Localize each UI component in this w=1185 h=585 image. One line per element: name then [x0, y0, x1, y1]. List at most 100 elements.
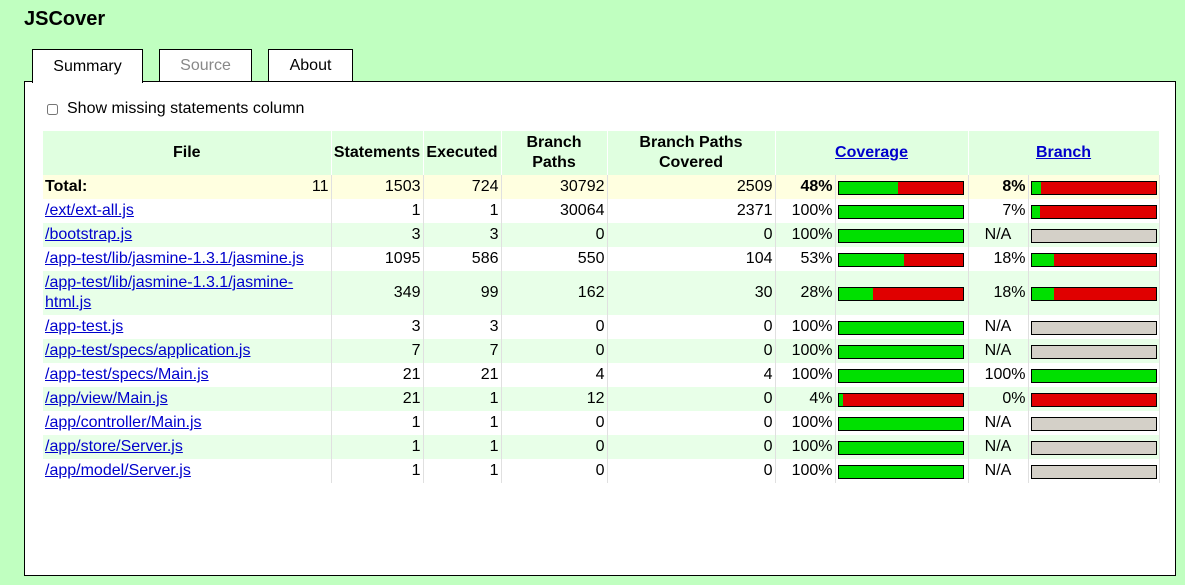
coverage-percent: 100% — [775, 315, 836, 339]
file-link[interactable]: /bootstrap.js — [45, 226, 132, 243]
table-row: /app/store/Server.js 1 1 0 0 100% N/A — [43, 435, 1160, 459]
branch-percent: N/A — [968, 411, 1029, 435]
branch-percent: 18% — [968, 247, 1029, 271]
branch-paths-cell: 30064 — [501, 199, 608, 223]
branch-percent: 7% — [968, 199, 1029, 223]
total-coverage-bar-fill — [838, 182, 899, 194]
branch-paths-covered-cell: 0 — [607, 411, 776, 435]
header-branch-paths[interactable]: Branch Paths — [501, 131, 608, 175]
statements-cell: 1095 — [331, 247, 424, 271]
branch-paths-cell: 12 — [501, 387, 608, 411]
coverage-bar — [837, 417, 964, 431]
coverage-bar-cell — [835, 363, 969, 387]
coverage-bar — [837, 345, 964, 359]
file-link[interactable]: /app/view/Main.js — [45, 390, 168, 407]
branch-percent: 18% — [968, 271, 1029, 315]
header-executed[interactable]: Executed — [423, 131, 502, 175]
coverage-summary-table: File Statements Executed Branch Paths Br… — [43, 131, 1160, 483]
file-cell: /app-test/specs/Main.js — [43, 363, 332, 387]
branch-paths-cell: 4 — [501, 363, 608, 387]
coverage-bar — [837, 287, 964, 301]
file-link[interactable]: /app-test/lib/jasmine-1.3.1/jasmine-html… — [45, 274, 293, 311]
file-link[interactable]: /app-test/lib/jasmine-1.3.1/jasmine.js — [45, 250, 304, 267]
executed-cell: 1 — [423, 459, 502, 483]
file-link[interactable]: /app/controller/Main.js — [45, 414, 202, 431]
executed-cell: 1 — [423, 411, 502, 435]
file-link[interactable]: /ext/ext-all.js — [45, 202, 134, 219]
header-file[interactable]: File — [43, 131, 332, 175]
coverage-bar — [837, 253, 964, 267]
show-missing-statements-checkbox[interactable] — [47, 103, 58, 115]
branch-paths-cell: 0 — [501, 315, 608, 339]
branch-bar-cell — [1028, 363, 1160, 387]
file-cell: /app/store/Server.js — [43, 435, 332, 459]
coverage-bar — [837, 229, 964, 243]
file-link[interactable]: /app-test/specs/application.js — [45, 342, 250, 359]
statements-cell: 7 — [331, 339, 424, 363]
total-statements: 1503 — [331, 175, 424, 199]
branch-bar-cell — [1028, 247, 1160, 271]
coverage-sort-link[interactable]: Coverage — [835, 144, 908, 161]
branch-bar — [1030, 393, 1157, 407]
coverage-percent: 100% — [775, 223, 836, 247]
executed-cell: 1 — [423, 387, 502, 411]
tab-source[interactable]: Source — [159, 49, 252, 82]
branch-bar — [1030, 369, 1157, 383]
executed-cell: 1 — [423, 199, 502, 223]
branch-bar — [1030, 441, 1157, 455]
coverage-bar-cell — [835, 459, 969, 483]
file-link[interactable]: /app-test.js — [45, 318, 123, 335]
branch-bar-cell — [1028, 199, 1160, 223]
table-row: /app/controller/Main.js 1 1 0 0 100% N/A — [43, 411, 1160, 435]
coverage-bar-fill — [838, 206, 963, 218]
table-row: /app-test/lib/jasmine-1.3.1/jasmine.js 10… — [43, 247, 1160, 271]
total-coverage-bar-cell — [835, 175, 969, 199]
coverage-bar-cell — [835, 387, 969, 411]
branch-paths-covered-cell: 0 — [607, 339, 776, 363]
branch-paths-covered-cell: 0 — [607, 223, 776, 247]
branch-percent: N/A — [968, 315, 1029, 339]
branch-paths-cell: 0 — [501, 339, 608, 363]
coverage-bar-fill — [838, 370, 963, 382]
table-row: /app-test/lib/jasmine-1.3.1/jasmine-html… — [43, 271, 1160, 315]
coverage-bar-cell — [835, 315, 969, 339]
total-branch-bar — [1030, 181, 1157, 195]
branch-bar-cell — [1028, 411, 1160, 435]
show-missing-statements-toggle[interactable]: Show missing statements column — [47, 100, 304, 118]
executed-cell: 3 — [423, 223, 502, 247]
branch-bar-cell — [1028, 387, 1160, 411]
table-header-row: File Statements Executed Branch Paths Br… — [43, 131, 1160, 175]
executed-cell: 586 — [423, 247, 502, 271]
branch-sort-link[interactable]: Branch — [1036, 144, 1091, 161]
file-cell: /bootstrap.js — [43, 223, 332, 247]
coverage-bar-cell — [835, 435, 969, 459]
coverage-bar-fill — [838, 346, 963, 358]
coverage-bar-fill — [838, 466, 963, 478]
executed-cell: 21 — [423, 363, 502, 387]
show-missing-statements-label: Show missing statements column — [67, 100, 305, 117]
file-link[interactable]: /app-test/specs/Main.js — [45, 366, 209, 383]
statements-cell: 3 — [331, 223, 424, 247]
branch-bar — [1030, 253, 1157, 267]
file-cell: /app-test.js — [43, 315, 332, 339]
total-file-count: 11 — [311, 178, 329, 195]
file-link[interactable]: /app/store/Server.js — [45, 438, 183, 455]
branch-paths-covered-cell: 0 — [607, 459, 776, 483]
file-link[interactable]: /app/model/Server.js — [45, 462, 191, 479]
branch-bar-fill — [1031, 288, 1054, 300]
statements-cell: 21 — [331, 363, 424, 387]
table-row: /app-test/specs/application.js 7 7 0 0 100% N/… — [43, 339, 1160, 363]
file-cell: /app-test/lib/jasmine-1.3.1/jasmine-html… — [43, 271, 332, 315]
branch-paths-covered-cell: 2371 — [607, 199, 776, 223]
coverage-bar — [837, 441, 964, 455]
coverage-bar — [837, 393, 964, 407]
header-branch-paths-covered[interactable]: Branch Paths Covered — [607, 131, 776, 175]
file-cell: /app-test/lib/jasmine-1.3.1/jasmine.js — [43, 247, 332, 271]
header-statements[interactable]: Statements — [331, 131, 424, 175]
tab-about[interactable]: About — [268, 49, 353, 82]
coverage-bar-cell — [835, 411, 969, 435]
branch-bar-fill — [1031, 206, 1041, 218]
tab-summary[interactable]: Summary — [32, 49, 143, 83]
file-cell: /app-test/specs/application.js — [43, 339, 332, 363]
branch-percent: N/A — [968, 459, 1029, 483]
